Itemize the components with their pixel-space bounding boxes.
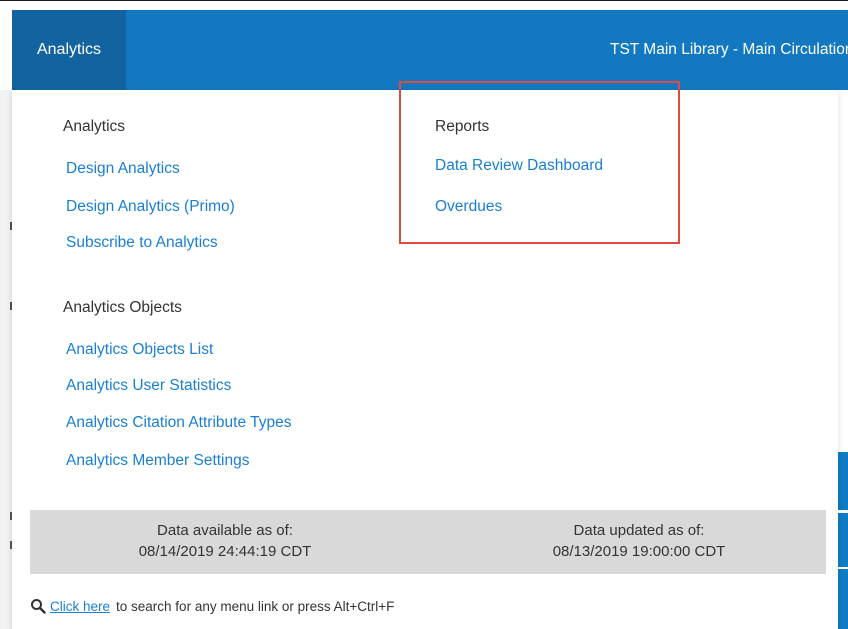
menu-link-overdues[interactable]: Overdues — [435, 198, 502, 216]
background-blue-block — [838, 569, 848, 629]
menu-link-data-review-dashboard[interactable]: Data Review Dashboard — [435, 157, 603, 175]
data-updated-block: Data updated as of: 08/13/2019 19:00:00 … — [504, 520, 774, 562]
library-context-selector[interactable]: TST Main Library - Main Circulation Desk — [610, 10, 848, 90]
menu-link-design-analytics[interactable]: Design Analytics — [66, 160, 180, 178]
menu-link-analytics-member-settings[interactable]: Analytics Member Settings — [66, 452, 250, 470]
search-icon — [31, 599, 46, 614]
menu-link-design-analytics-primo[interactable]: Design Analytics (Primo) — [66, 198, 235, 216]
menu-link-analytics-citation-attribute-types[interactable]: Analytics Citation Attribute Types — [66, 414, 291, 432]
top-navigation-bar: Analytics TST Main Library - Main Circul… — [12, 10, 848, 90]
data-available-block: Data available as of: 08/14/2019 24:44:1… — [90, 520, 360, 562]
menu-link-subscribe-to-analytics[interactable]: Subscribe to Analytics — [66, 234, 218, 252]
data-available-value: 08/14/2019 24:44:19 CDT — [138, 543, 312, 560]
section-heading-reports: Reports — [435, 118, 490, 135]
analytics-menu-panel: Analytics Design Analytics Design Analyt… — [12, 81, 838, 629]
section-heading-analytics: Analytics — [63, 118, 126, 135]
data-status-bar: Data available as of: 08/14/2019 24:44:1… — [30, 510, 826, 574]
window-top-edge — [0, 0, 848, 10]
tab-analytics[interactable]: Analytics — [12, 10, 126, 90]
menu-search-hint: Click here to search for any menu link o… — [30, 598, 394, 614]
menu-link-analytics-objects-list[interactable]: Analytics Objects List — [66, 341, 213, 359]
menu-link-analytics-user-statistics[interactable]: Analytics User Statistics — [66, 377, 231, 395]
data-updated-label: Data updated as of: — [573, 522, 705, 539]
click-here-link[interactable]: Click here — [50, 599, 110, 614]
background-blue-block — [838, 452, 848, 510]
data-updated-value: 08/13/2019 19:00:00 CDT — [552, 543, 726, 560]
search-hint-text: to search for any menu link or press Alt… — [116, 598, 395, 614]
section-heading-analytics-objects: Analytics Objects — [63, 299, 182, 316]
background-blue-block — [838, 513, 848, 567]
data-available-label: Data available as of: — [157, 522, 293, 539]
